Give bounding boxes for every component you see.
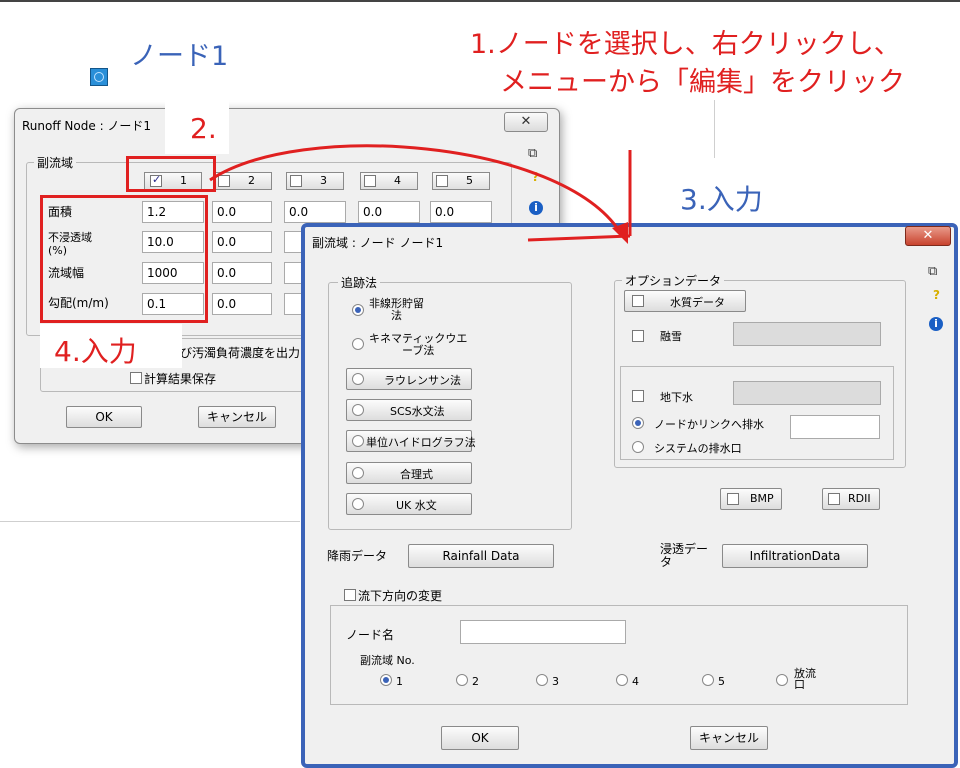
annotation-arrows [209, 144, 632, 244]
